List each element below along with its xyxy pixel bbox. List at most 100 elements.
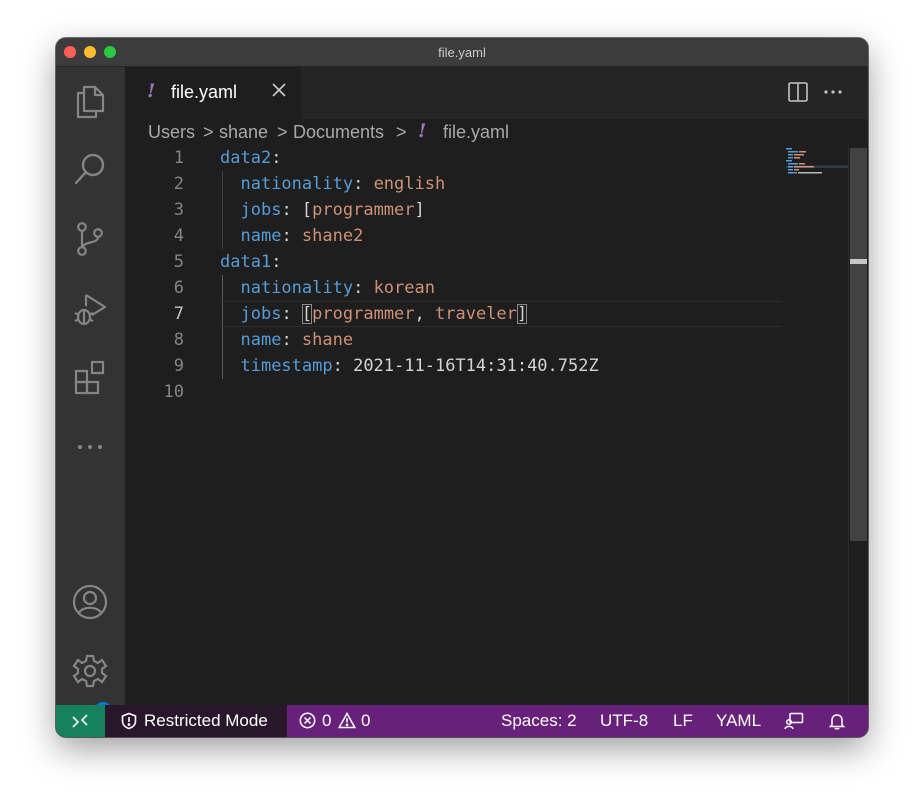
- code-line[interactable]: 5 data1:: [125, 249, 848, 275]
- yaml-punctuation: [220, 174, 240, 194]
- yaml-key: data1: [220, 252, 272, 272]
- line-number: 10: [163, 382, 184, 402]
- yaml-punctuation: ,: [414, 304, 436, 324]
- extensions-icon[interactable]: [70, 357, 110, 397]
- status-bar: Restricted Mode 0 0 Spaces: 2 UTF-8 LF Y…: [56, 705, 868, 737]
- scrollbar-cursor-marker: [850, 259, 867, 264]
- line-number: 4: [173, 226, 184, 246]
- code-text: name: shane2: [220, 226, 363, 246]
- yaml-punctuation: [220, 278, 240, 298]
- run-debug-icon[interactable]: [70, 288, 110, 328]
- yaml-value: programmer: [312, 200, 415, 220]
- yaml-punctuation: :: [271, 148, 282, 168]
- code-editor[interactable]: 1 data2: 2 nationality: english 3 jobs: [pr…: [125, 145, 848, 705]
- gear-icon[interactable]: [70, 651, 110, 691]
- line-number: 3: [173, 200, 184, 220]
- tab-label: file.yaml: [171, 82, 238, 102]
- yaml-punctuation: :: [271, 252, 282, 272]
- activity-bar: 1: [56, 67, 125, 722]
- yaml-punctuation: :: [353, 174, 374, 194]
- code-text: jobs: [programmer, traveler]: [220, 304, 528, 324]
- breadcrumb-item-file[interactable]: file.yaml: [443, 122, 509, 143]
- breadcrumb-separator: >: [396, 122, 407, 142]
- yaml-punctuation: : 2021-11-16T14:31:40.752Z: [332, 356, 599, 376]
- yaml-punctuation: [220, 330, 240, 350]
- encoding-indicator[interactable]: UTF-8: [600, 711, 648, 731]
- breadcrumb-item-documents[interactable]: Documents: [293, 122, 384, 143]
- close-icon[interactable]: [269, 80, 289, 100]
- code-text: jobs: [programmer]: [220, 200, 425, 220]
- code-text: nationality: english: [220, 174, 445, 194]
- yaml-value: shane: [301, 330, 354, 350]
- vertical-scrollbar[interactable]: [848, 145, 868, 705]
- eol-indicator[interactable]: LF: [673, 711, 693, 731]
- restricted-mode-indicator[interactable]: Restricted Mode: [105, 705, 287, 737]
- source-control-icon[interactable]: [70, 219, 110, 259]
- yaml-value: traveler: [435, 304, 517, 324]
- scrollbar-thumb[interactable]: [850, 148, 867, 541]
- remote-icon: [72, 714, 88, 728]
- tab-strip: ! file.yaml: [125, 67, 868, 119]
- yaml-value: programmer: [312, 304, 415, 324]
- indentation-indicator[interactable]: Spaces: 2: [501, 711, 577, 731]
- tab-file-yaml[interactable]: ! file.yaml: [125, 67, 301, 119]
- breadcrumb-item-shane[interactable]: shane: [219, 122, 268, 143]
- more-actions-icon[interactable]: [822, 81, 844, 103]
- yaml-punctuation: [220, 356, 240, 376]
- breadcrumb-separator: >: [277, 122, 288, 142]
- error-count: 0: [322, 711, 332, 730]
- yaml-punctuation: : [: [281, 200, 313, 220]
- line-number: 6: [173, 278, 184, 298]
- shield-icon: [121, 712, 137, 730]
- search-icon[interactable]: [70, 150, 110, 190]
- yaml-file-icon: !: [147, 80, 156, 102]
- split-editor-icon[interactable]: [787, 81, 809, 103]
- yaml-key: timestamp: [240, 356, 333, 376]
- matched-bracket: ]: [516, 304, 528, 324]
- code-line[interactable]: 2 nationality: english: [125, 171, 848, 197]
- yaml-key: nationality: [240, 174, 354, 194]
- yaml-punctuation: [220, 200, 240, 220]
- line-number: 1: [173, 148, 184, 168]
- code-text: nationality: korean: [220, 278, 435, 298]
- yaml-punctuation: [220, 226, 240, 246]
- ellipsis-icon[interactable]: [70, 427, 110, 467]
- bell-icon[interactable]: [828, 712, 846, 730]
- yaml-value: english: [373, 174, 446, 194]
- yaml-key: jobs: [240, 200, 282, 220]
- line-number: 9: [173, 356, 184, 376]
- code-line[interactable]: 1 data2:: [125, 145, 848, 171]
- code-line[interactable]: 9 timestamp: 2021-11-16T14:31:40.752Z: [125, 353, 848, 379]
- warning-count: 0: [361, 711, 371, 730]
- code-text: name: shane: [220, 330, 353, 350]
- breadcrumb-separator: >: [203, 122, 214, 142]
- code-text: timestamp: 2021-11-16T14:31:40.752Z: [220, 356, 599, 376]
- code-line[interactable]: 8 name: shane: [125, 327, 848, 353]
- yaml-punctuation: :: [281, 226, 302, 246]
- code-text: data2:: [220, 148, 281, 168]
- yaml-punctuation: :: [281, 304, 302, 324]
- window-title: file.yaml: [438, 45, 486, 60]
- yaml-punctuation: ]: [414, 200, 425, 220]
- line-number: 7: [173, 304, 184, 324]
- yaml-value: korean: [373, 278, 435, 298]
- breadcrumb-item-users[interactable]: Users: [148, 122, 195, 143]
- code-line[interactable]: 3 jobs: [programmer]: [125, 197, 848, 223]
- yaml-punctuation: :: [353, 278, 374, 298]
- code-line[interactable]: 7 jobs: [programmer, traveler]: [125, 301, 848, 327]
- code-line[interactable]: 4 name: shane2: [125, 223, 848, 249]
- code-line[interactable]: 10: [125, 379, 848, 405]
- vscode-window: file.yaml ! file.yaml Users > shane > Do…: [56, 38, 868, 737]
- code-line[interactable]: 6 nationality: korean: [125, 275, 848, 301]
- code-text: data1:: [220, 252, 281, 272]
- files-icon[interactable]: [70, 81, 110, 121]
- account-icon[interactable]: [70, 582, 110, 622]
- remote-indicator[interactable]: [56, 705, 105, 737]
- minimap[interactable]: [786, 145, 848, 175]
- yaml-key: jobs: [240, 304, 282, 324]
- feedback-icon[interactable]: [784, 712, 804, 730]
- yaml-key: nationality: [240, 278, 354, 298]
- language-mode-indicator[interactable]: YAML: [716, 711, 761, 731]
- yaml-value: shane2: [301, 226, 364, 246]
- yaml-punctuation: :: [281, 330, 302, 350]
